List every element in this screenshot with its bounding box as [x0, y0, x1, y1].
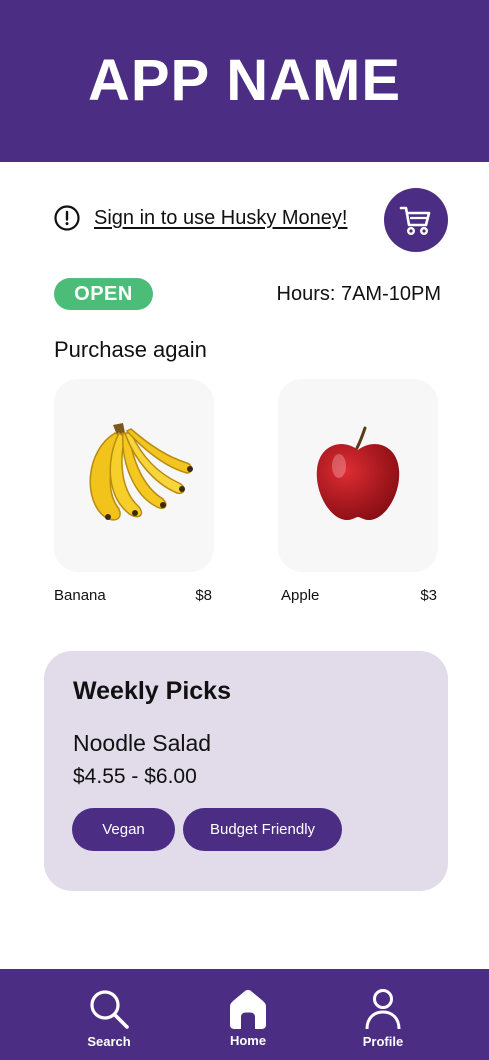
- cart-icon: [399, 206, 431, 236]
- product-price-banana: $8: [195, 587, 212, 604]
- signin-link[interactable]: Sign in to use Husky Money!: [94, 207, 347, 230]
- profile-icon: [365, 989, 401, 1030]
- nav-label-profile: Profile: [362, 1034, 404, 1049]
- tag-budget-friendly[interactable]: Budget Friendly: [183, 808, 342, 851]
- app-title: APP NAME: [87, 47, 402, 113]
- apple-image: [316, 426, 400, 520]
- bottom-nav: Search Home Profile: [0, 969, 489, 1060]
- product-name-banana: Banana: [54, 587, 106, 604]
- product-card-apple[interactable]: [278, 379, 438, 572]
- app-header: APP NAME: [0, 0, 489, 162]
- dish-name: Noodle Salad: [73, 730, 212, 756]
- home-icon: [230, 989, 266, 1029]
- open-status-badge: OPEN: [54, 278, 153, 310]
- product-name-apple: Apple: [281, 587, 320, 604]
- cart-button[interactable]: [384, 188, 448, 252]
- signin-banner: Sign in to use Husky Money!: [54, 205, 347, 231]
- nav-label-search: Search: [87, 1034, 131, 1049]
- dish-price-range: $4.55 - $6.00: [73, 765, 197, 788]
- search-icon: [90, 990, 129, 1029]
- weekly-picks-card[interactable]: Weekly Picks Noodle Salad $4.55 - $6.00 …: [44, 651, 448, 891]
- nav-item-home[interactable]: Home: [208, 987, 288, 1048]
- nav-item-profile[interactable]: Profile: [343, 987, 423, 1049]
- alert-icon: [54, 205, 80, 231]
- banana-image: [89, 422, 193, 520]
- store-hours: Hours: 7AM-10PM: [276, 283, 442, 305]
- nav-item-search[interactable]: Search: [69, 987, 149, 1049]
- tag-vegan[interactable]: Vegan: [72, 808, 175, 851]
- weekly-picks-title: Weekly Picks: [73, 677, 231, 705]
- nav-label-home: Home: [229, 1033, 267, 1048]
- product-card-banana[interactable]: [54, 379, 214, 572]
- product-price-apple: $3: [420, 587, 437, 604]
- purchase-again-title: Purchase again: [54, 337, 207, 362]
